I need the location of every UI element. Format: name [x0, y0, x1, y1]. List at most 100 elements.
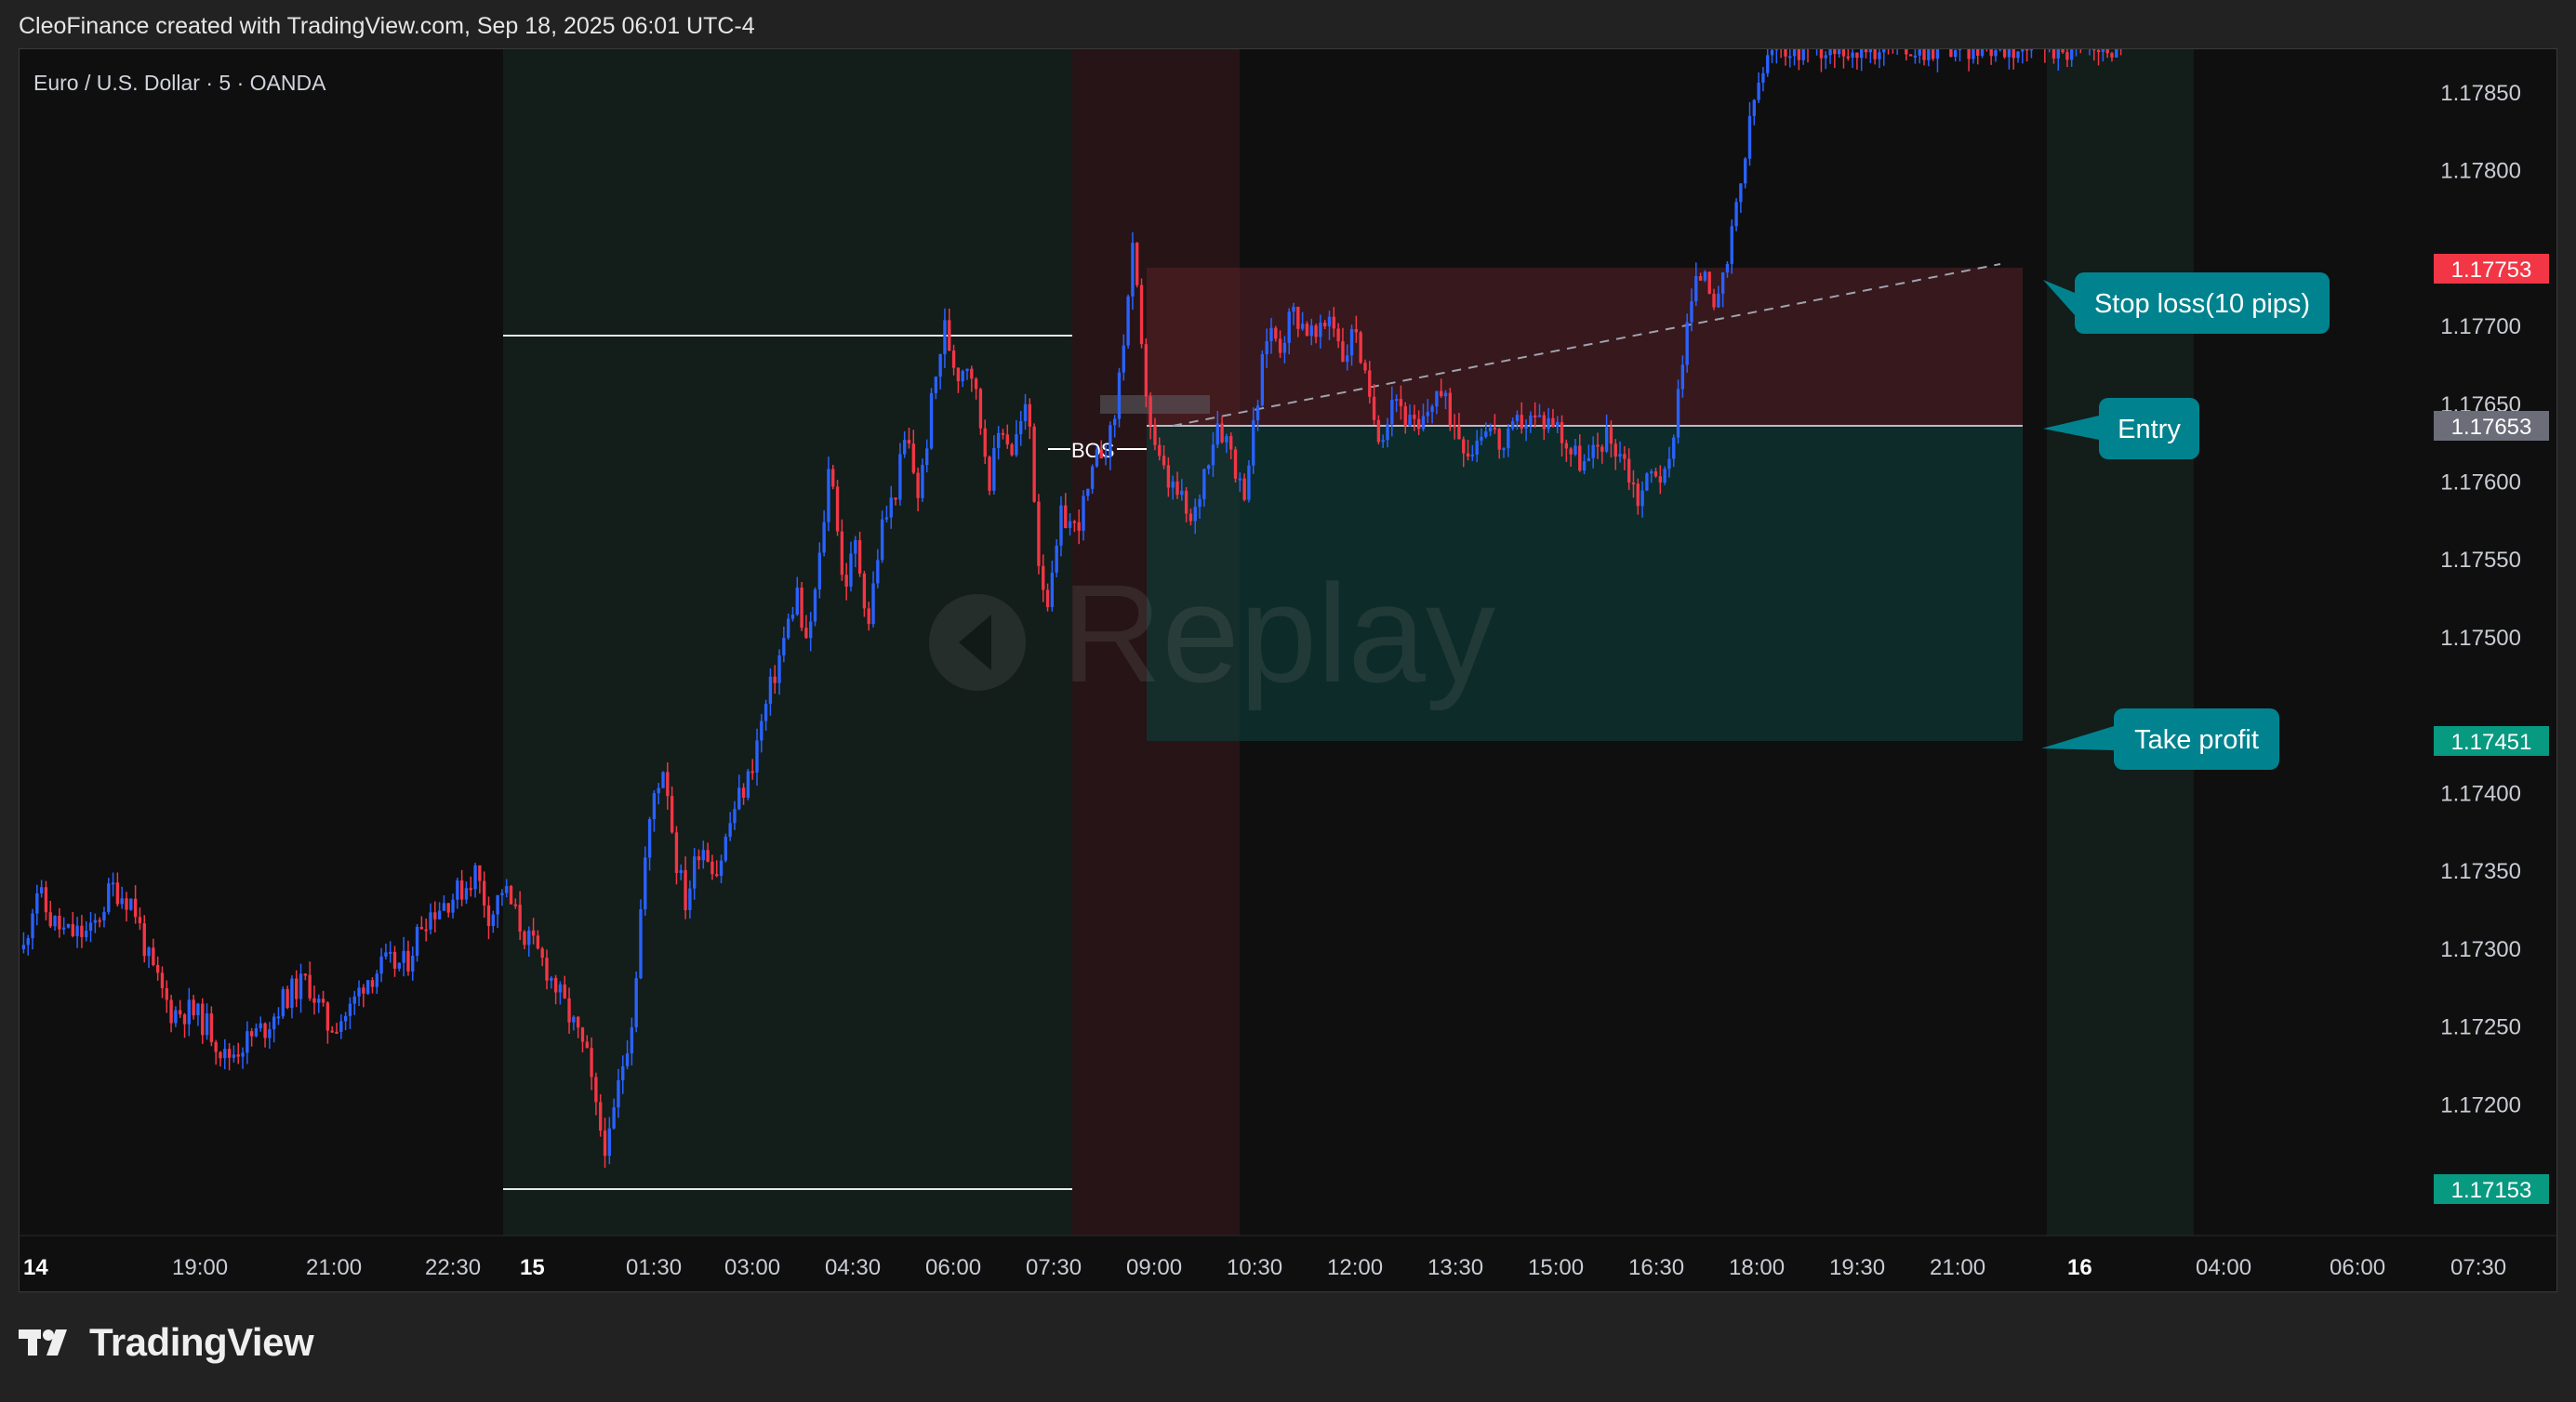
- candle-body: [1515, 415, 1520, 422]
- candle-body: [330, 1030, 334, 1033]
- candle-body: [281, 988, 285, 1017]
- candle-body: [1533, 415, 1537, 417]
- candle-body: [1587, 457, 1591, 462]
- candle-body: [1390, 400, 1394, 425]
- candle-body: [1573, 445, 1577, 455]
- candle-body: [1015, 434, 1018, 456]
- candle-body: [464, 888, 469, 900]
- candle-body: [1198, 498, 1202, 508]
- price-axis[interactable]: 1.178501.178001.177001.176501.176001.175…: [2440, 81, 2521, 1118]
- candle-body: [362, 987, 365, 994]
- candle-body: [741, 787, 746, 799]
- candle-body: [974, 378, 978, 390]
- candle-body: [840, 531, 844, 575]
- candle-body: [1359, 332, 1362, 364]
- candle-body: [1408, 415, 1412, 427]
- candle-body: [1591, 444, 1595, 458]
- candle-body: [1967, 49, 1971, 60]
- candle-body: [782, 638, 786, 655]
- time-tick-label: 04:00: [2196, 1255, 2251, 1280]
- chart-frame[interactable]: BOS Replay Euro / U.S. Dollar · 5 · OAND…: [19, 48, 2557, 1292]
- candle-body: [2096, 49, 2101, 52]
- candle-body: [1363, 363, 1367, 371]
- candle-body: [639, 908, 643, 979]
- candle-body: [486, 905, 491, 927]
- candle-body: [934, 377, 938, 393]
- candle-body: [1636, 483, 1640, 507]
- candle-body: [1215, 423, 1219, 445]
- candle-body: [397, 962, 402, 969]
- time-tick-label: 22:30: [425, 1255, 481, 1280]
- candle-body: [540, 948, 544, 959]
- candle-body: [1225, 436, 1228, 443]
- candle-body: [75, 925, 79, 936]
- candle-body: [290, 978, 294, 1009]
- candle-body: [948, 320, 951, 351]
- candle-body: [1600, 446, 1604, 452]
- candle-body: [325, 1002, 330, 1031]
- time-tick-label: 19:30: [1829, 1255, 1885, 1280]
- candle-body: [938, 354, 942, 377]
- candle-body: [1913, 55, 1918, 58]
- candle-body: [1922, 49, 1926, 60]
- candle-body: [2002, 49, 2007, 58]
- candle-body: [303, 973, 308, 976]
- candle-body: [2021, 49, 2025, 52]
- candle-body: [1349, 328, 1354, 356]
- candle-body: [567, 998, 571, 1023]
- candle-body: [2025, 49, 2029, 51]
- candle-body: [1564, 443, 1569, 449]
- time-axis[interactable]: 14 19:00 21:00 22:30 15 01:30 03:00 04:30 06:00 0…: [23, 1255, 2506, 1280]
- price-tick-label: 1.17550: [2440, 548, 2521, 573]
- candle-body: [854, 540, 857, 554]
- stop-loss-callout[interactable]: Stop loss(10 pips): [2043, 272, 2330, 334]
- stop-loss-badge-text: 1.17753: [2451, 258, 2532, 283]
- candle-body: [1314, 325, 1318, 337]
- candle-body: [1126, 296, 1130, 346]
- candle-body: [147, 947, 151, 957]
- candle-body: [1717, 293, 1720, 308]
- candle-body: [1609, 427, 1613, 444]
- session-shade-next: [2047, 49, 2194, 1236]
- candle-body: [1099, 449, 1103, 459]
- candle-body: [1443, 392, 1448, 397]
- candle-body: [120, 898, 124, 905]
- candle-body: [1457, 426, 1461, 440]
- candle-body: [1653, 470, 1658, 477]
- candle-body: [263, 1023, 267, 1038]
- candle-body: [2061, 49, 2065, 53]
- candle-body: [1175, 481, 1179, 496]
- candle-body: [970, 368, 974, 379]
- candle-body: [209, 1013, 214, 1042]
- candle-body: [2092, 49, 2096, 50]
- candle-body: [1663, 469, 1666, 483]
- candle-body: [26, 938, 30, 946]
- candle-body: [1613, 443, 1617, 457]
- candle-body: [1296, 306, 1300, 329]
- candle-body: [943, 320, 947, 355]
- candle-body: [1841, 49, 1846, 57]
- candle-body: [375, 973, 378, 987]
- tradingview-brand[interactable]: TradingView: [19, 1320, 314, 1365]
- candle-body: [1064, 505, 1068, 529]
- candle-body: [1556, 422, 1560, 428]
- candle-body: [254, 1027, 259, 1037]
- candle-body: [2110, 53, 2114, 58]
- price-chart[interactable]: BOS Replay Euro / U.S. Dollar · 5 · OAND…: [20, 49, 2556, 1291]
- candle-body: [911, 443, 915, 473]
- candle-body: [133, 898, 138, 918]
- candle-body: [844, 575, 848, 587]
- candle-body: [1403, 405, 1407, 427]
- candle-body: [1860, 49, 1864, 59]
- candle-body: [61, 927, 66, 930]
- candle-body: [523, 932, 526, 946]
- candle-body: [1784, 49, 1787, 57]
- candle-body: [1828, 49, 1832, 56]
- bos-label: BOS: [1071, 439, 1114, 462]
- candle-body: [1278, 338, 1282, 353]
- candle-body: [1846, 56, 1850, 59]
- candle-body: [223, 1049, 227, 1059]
- candle-body: [509, 886, 513, 905]
- candle-body: [1394, 399, 1399, 402]
- candle-body: [518, 905, 522, 932]
